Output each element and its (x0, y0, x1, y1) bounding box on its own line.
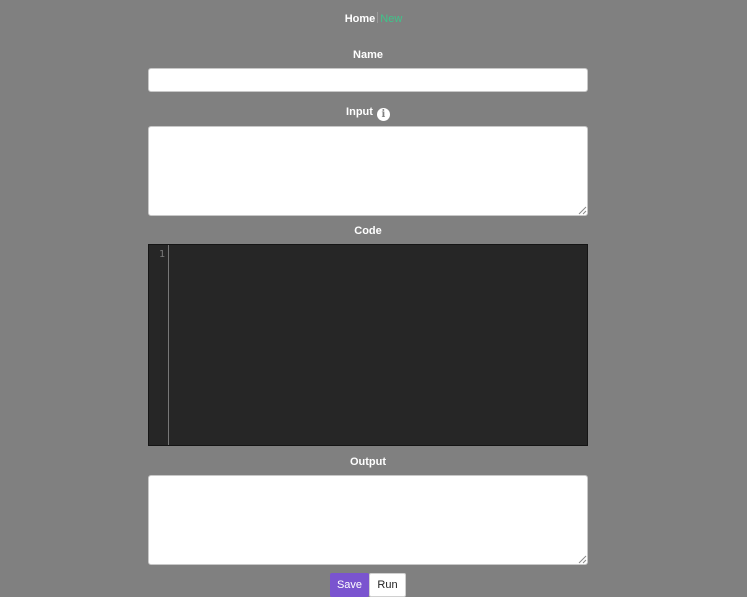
line-gutter: 1 (149, 245, 169, 445)
code-label-text: Code (354, 225, 382, 237)
output-label-text: Output (349, 456, 387, 468)
code-label: Code (148, 224, 588, 238)
name-label: Name (148, 48, 588, 62)
input-label: Input i (148, 105, 588, 121)
top-nav: Home New (0, 12, 747, 26)
output-label: Output (148, 455, 588, 469)
input-textarea[interactable] (148, 126, 588, 216)
name-label-text: Name (353, 49, 383, 61)
nav-divider (377, 12, 379, 23)
nav-home-link[interactable]: Home (345, 13, 376, 25)
input-label-text: Input (346, 106, 373, 118)
line-number: 1 (158, 249, 165, 260)
run-button[interactable]: Run (369, 573, 406, 597)
nav-new-link[interactable]: New (380, 13, 402, 25)
output-textarea[interactable] (148, 475, 588, 565)
info-icon[interactable]: i (376, 108, 390, 121)
save-button[interactable]: Save (330, 573, 369, 597)
code-editor[interactable]: 1 (148, 244, 588, 446)
name-input[interactable] (148, 68, 588, 92)
